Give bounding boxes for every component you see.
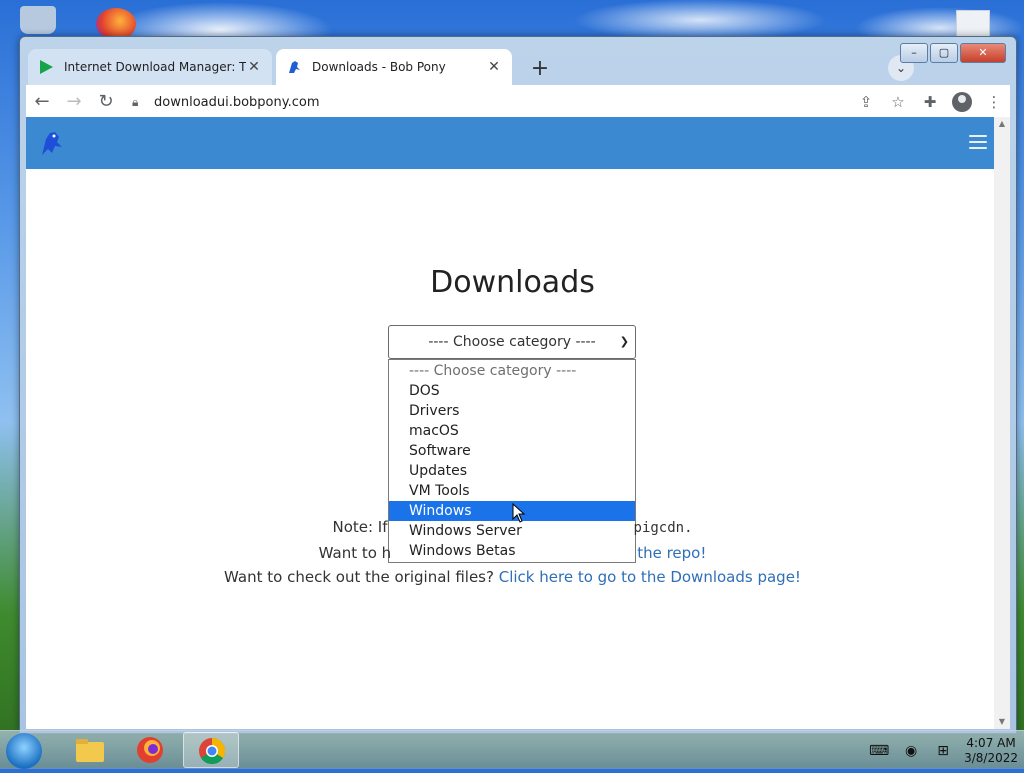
- info-notes: Note: If pigcdn. Want to h the repo! Want …: [26, 515, 999, 590]
- taskbar-firefox[interactable]: [122, 732, 178, 768]
- dropdown-option[interactable]: ---- Choose category ----: [389, 361, 635, 381]
- chrome-icon: [199, 737, 226, 765]
- menu-kebab-icon[interactable]: ⋮: [978, 86, 1010, 118]
- site-logo-icon[interactable]: [38, 129, 64, 157]
- select-current-value: ---- Choose category ----: [428, 334, 596, 350]
- chrome-window: Internet Download Manager: The ✕ Downloa…: [19, 36, 1017, 734]
- repo-link[interactable]: the repo!: [637, 544, 706, 562]
- note-code: pigcdn.: [633, 520, 693, 536]
- taskbar: ⌨ ◉ ⊞ 4:07 AM 3/8/2022: [0, 730, 1024, 769]
- folder-icon: [76, 739, 104, 762]
- extensions-icon[interactable]: ✚: [914, 86, 946, 118]
- clock-time: 4:07 AM: [966, 736, 1016, 750]
- dropdown-option[interactable]: DOS: [389, 381, 635, 401]
- hamburger-menu-icon[interactable]: [969, 135, 987, 149]
- back-button[interactable]: ←: [26, 86, 58, 118]
- mouse-cursor-icon: [512, 503, 526, 523]
- address-bar[interactable]: 🔒︎ downloadui.bobpony.com: [132, 88, 822, 116]
- tab-downloads[interactable]: Downloads - Bob Pony ✕: [276, 49, 512, 85]
- dropdown-option[interactable]: macOS: [389, 421, 635, 441]
- recycle-bin-icon[interactable]: [20, 6, 56, 34]
- close-window-button[interactable]: ✕: [960, 43, 1006, 63]
- note-text: Note: If: [332, 518, 388, 536]
- bobpony-logo-icon: [289, 61, 300, 73]
- address-text: downloadui.bobpony.com: [154, 94, 320, 110]
- dropdown-option[interactable]: VM Tools: [389, 481, 635, 501]
- play-icon: [40, 60, 53, 74]
- start-button[interactable]: [6, 733, 42, 769]
- tab-strip: Internet Download Manager: The ✕ Downloa…: [26, 43, 1010, 85]
- tab-title: Downloads - Bob Pony: [312, 60, 446, 74]
- dropdown-option[interactable]: Updates: [389, 461, 635, 481]
- bookmark-star-icon[interactable]: ☆: [882, 86, 914, 118]
- category-select[interactable]: ---- Choose category ---- ❯: [388, 325, 636, 359]
- network-globe-icon[interactable]: ◉: [900, 743, 922, 759]
- site-navbar: [26, 117, 999, 169]
- network-status-icon[interactable]: ⊞: [932, 743, 954, 759]
- share-icon[interactable]: ⇪: [850, 86, 882, 118]
- forward-button[interactable]: →: [58, 86, 90, 118]
- keyboard-icon[interactable]: ⌨: [868, 743, 890, 759]
- taskbar-chrome[interactable]: [183, 732, 239, 768]
- clock-date: 3/8/2022: [964, 751, 1018, 765]
- dropdown-option[interactable]: Drivers: [389, 401, 635, 421]
- tab-close-icon[interactable]: ✕: [486, 59, 502, 75]
- chevron-down-icon: ❯: [619, 335, 629, 348]
- minimize-button[interactable]: –: [900, 43, 928, 63]
- window-controls: – ▢ ✕: [900, 43, 1006, 63]
- page-title: Downloads: [430, 265, 595, 300]
- downloads-page-link[interactable]: Click here to go to the Downloads page!: [499, 568, 801, 586]
- maximize-button[interactable]: ▢: [930, 43, 958, 63]
- new-tab-button[interactable]: +: [526, 55, 554, 83]
- page-viewport: Downloads ---- Choose category ---- ❯ --…: [26, 117, 999, 729]
- firefox-icon: [137, 737, 163, 763]
- tab-idm[interactable]: Internet Download Manager: The ✕: [28, 49, 272, 85]
- system-tray: ⌨ ◉ ⊞ 4:07 AM 3/8/2022: [868, 733, 1018, 769]
- scroll-down-icon[interactable]: ▼: [994, 715, 1010, 729]
- note-line-2: Want to h the repo!: [26, 541, 999, 566]
- note-line-3: Want to check out the original files? Cl…: [26, 565, 999, 590]
- lock-icon[interactable]: 🔒︎: [132, 95, 146, 110]
- dropdown-option[interactable]: Software: [389, 441, 635, 461]
- reload-button[interactable]: ↻: [90, 86, 122, 118]
- browser-toolbar: ← → ↻ 🔒︎ downloadui.bobpony.com ⇪ ☆ ✚ ⋮: [26, 85, 1010, 119]
- note-text: Want to h: [318, 543, 392, 562]
- note-text: Want to check out the original files?: [224, 568, 494, 586]
- scroll-up-icon[interactable]: ▲: [994, 117, 1010, 131]
- toolbar-actions: ⇪ ☆ ✚ ⋮: [850, 86, 1010, 118]
- system-clock[interactable]: 4:07 AM 3/8/2022: [964, 736, 1018, 766]
- page-scrollbar[interactable]: ▲ ▼: [994, 117, 1010, 729]
- tab-close-icon[interactable]: ✕: [246, 59, 262, 75]
- taskbar-explorer[interactable]: [62, 732, 118, 768]
- profile-avatar-icon[interactable]: [952, 92, 972, 112]
- tab-title: Internet Download Manager: The: [64, 60, 246, 74]
